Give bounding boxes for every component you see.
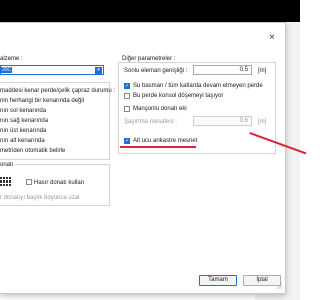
ok-button[interactable]: Tamam — [199, 275, 237, 286]
spacing-input[interactable]: 0.5 — [193, 65, 252, 75]
mode-option-4[interactable]: nın alt kenarında — [0, 137, 45, 145]
background-dark — [0, 0, 300, 22]
mode-option-5[interactable]: metriden otomatik belirle — [0, 147, 65, 155]
overlap-unit: [m] — [258, 119, 267, 125]
stirrup-checkbox[interactable] — [124, 106, 130, 112]
mesh-rebar-label: Hasır donatı kullan — [34, 180, 85, 186]
spacing-label: Sonlu eleman genişliği : — [124, 68, 188, 74]
mode-option-2[interactable]: nın sağ kenarında — [0, 117, 48, 125]
mesh-rebar-checkbox[interactable] — [26, 179, 32, 185]
basement-checkbox[interactable]: ✓ — [124, 83, 130, 89]
material-selected-value: 20C — [1, 67, 12, 73]
rebar-section-label: onatı — [0, 161, 16, 169]
material-dropdown[interactable]: 20C ▾ — [0, 65, 104, 75]
overlap-label: Şaşırtma mesafesi : — [124, 119, 178, 125]
overlap-input[interactable]: 0.6 — [193, 116, 252, 126]
mode-label: maddesi kenar perde/çelik çapraz durumu … — [0, 88, 116, 94]
rebar-note: r donatıyı başlık boyunca uzat — [0, 195, 80, 201]
spacing-unit: [m] — [258, 68, 267, 74]
console-checkbox[interactable] — [124, 93, 130, 99]
stirrup-label: Manşonlu donatı eki — [133, 106, 187, 112]
console-label: Bu perde konsol döşemeyi taşıyor — [133, 93, 224, 99]
bottom-anchor-checkbox[interactable]: ✓ — [124, 138, 130, 144]
resize-grip-icon[interactable] — [275, 282, 283, 290]
mode-option-3[interactable]: nın üst kenarında — [0, 127, 46, 135]
annotation-underline — [120, 146, 196, 148]
mesh-rebar-icon — [0, 177, 11, 186]
chevron-down-icon[interactable]: ▾ — [95, 67, 102, 74]
mode-option-1[interactable]: nın sol kenarında — [0, 107, 46, 115]
basement-label: Su basman / tüm katlarda devam etmeyen p… — [133, 83, 263, 89]
close-icon[interactable]: × — [269, 33, 275, 43]
bottom-anchor-label: Alt ucu ankastre mesnet — [133, 138, 198, 144]
mode-option-0[interactable]: nin herhangi bir kenarında değil — [0, 97, 84, 105]
material-label: alzeme : — [0, 56, 23, 62]
